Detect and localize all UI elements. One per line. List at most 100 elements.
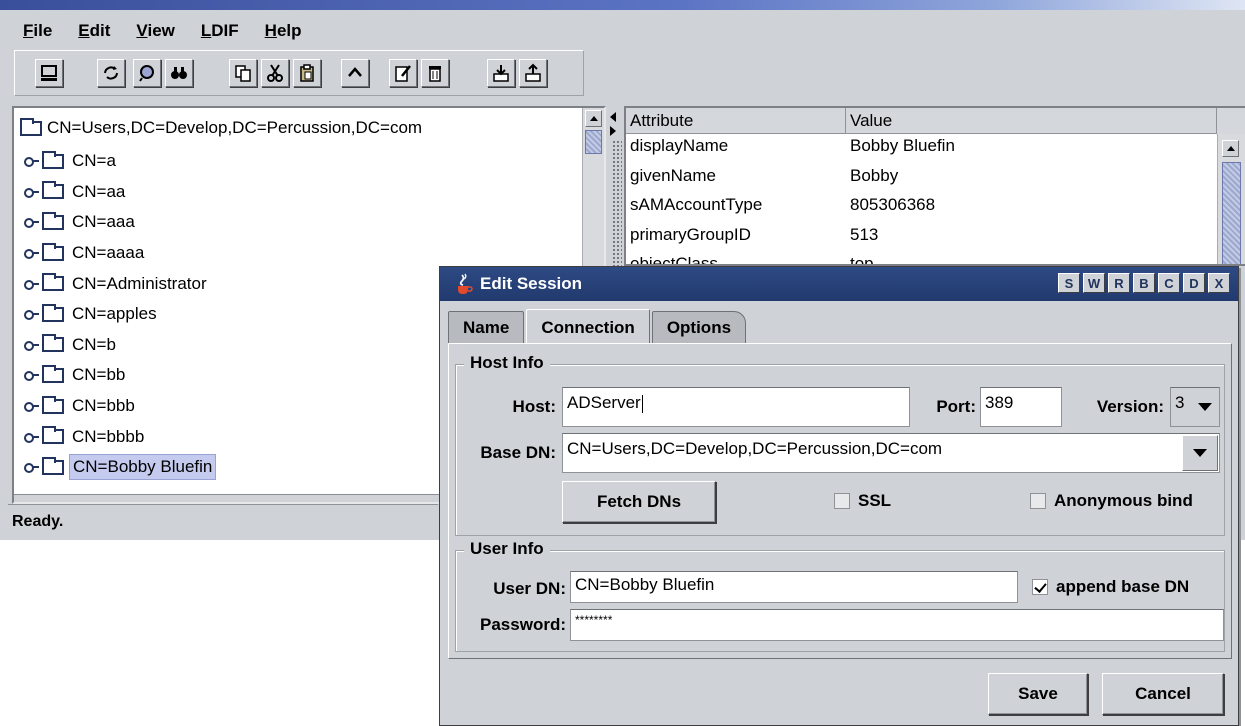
append-base-dn-checkbox[interactable] [1032, 579, 1048, 595]
password-input[interactable]: ******** [570, 609, 1224, 641]
tab-options[interactable]: Options [651, 311, 747, 343]
table-row[interactable]: sAMAccountType 805306368 [626, 195, 1206, 215]
title-button-c[interactable]: C [1158, 273, 1180, 293]
tab-name[interactable]: Name [448, 311, 525, 343]
tree-item[interactable]: CN=aa [24, 177, 216, 208]
tree-item[interactable]: CN=apples [24, 299, 216, 330]
cancel-button[interactable]: Cancel [1102, 673, 1224, 715]
menu-view-mnemonic: V [136, 21, 148, 40]
column-header-attribute[interactable]: Attribute [626, 108, 846, 134]
folder-icon [42, 426, 64, 445]
refresh-button[interactable] [97, 59, 125, 87]
folder-icon [20, 117, 42, 136]
tree-item-label: CN=aaa [72, 212, 135, 232]
table-row[interactable]: displayName Bobby Bluefin [626, 136, 1206, 156]
export-button[interactable] [519, 59, 547, 87]
menu-edit[interactable]: Edit [75, 19, 113, 43]
title-button-b[interactable]: B [1133, 273, 1155, 293]
title-button-s[interactable]: S [1058, 273, 1080, 293]
scroll-up-arrow-icon[interactable] [585, 110, 602, 127]
tree-root-label: CN=Users,DC=Develop,DC=Percussion,DC=com [47, 118, 423, 137]
expand-node-icon[interactable] [24, 340, 39, 351]
tree-root[interactable]: CN=Users,DC=Develop,DC=Percussion,DC=com [20, 117, 423, 138]
scroll-thumb[interactable] [585, 130, 602, 154]
scroll-thumb[interactable] [1222, 162, 1241, 264]
tree-item[interactable]: CN=Administrator [24, 268, 216, 299]
dialog-title-bar[interactable]: Edit Session S W R B C D X [440, 267, 1238, 301]
connect-button[interactable] [35, 59, 63, 87]
menu-file-label: ile [33, 21, 53, 40]
table-row[interactable]: primaryGroupID 513 [626, 225, 1206, 245]
expand-node-icon[interactable] [24, 249, 39, 260]
tree-item[interactable]: CN=Bobby Bluefin [24, 452, 217, 483]
folder-icon [42, 303, 64, 322]
tree-item[interactable]: CN=bb [24, 360, 216, 391]
expand-node-icon[interactable] [24, 432, 39, 443]
menu-help[interactable]: Help [262, 19, 305, 43]
expand-node-icon[interactable] [24, 310, 39, 321]
folder-icon [42, 211, 64, 230]
tree-item-label: CN=bbb [72, 396, 135, 416]
delete-button[interactable] [421, 59, 449, 87]
edit-button[interactable] [389, 59, 417, 87]
version-dropdown-arrow-icon[interactable] [1192, 389, 1218, 425]
tree-item[interactable]: CN=bbb [24, 391, 216, 422]
tab-connection[interactable]: Connection [526, 309, 650, 344]
expand-node-icon[interactable] [24, 371, 39, 382]
table-row[interactable]: objectClass top [626, 254, 1206, 264]
host-label: Host: [512, 397, 556, 416]
menu-bar: File Edit View LDIF Help [0, 14, 305, 48]
expand-node-icon[interactable] [24, 157, 39, 168]
tree-item-label: CN=bbbb [72, 426, 145, 446]
expand-node-icon[interactable] [24, 279, 39, 290]
value-cell: Bobby Bluefin [850, 136, 955, 155]
fetch-dns-button[interactable]: Fetch DNs [562, 481, 716, 523]
attribute-table[interactable]: Attribute Value displayName Bobby Bluefin… [624, 106, 1245, 266]
anonymous-bind-checkbox[interactable] [1030, 493, 1046, 509]
tree-item[interactable]: CN=b [24, 330, 216, 361]
up-button[interactable] [341, 59, 369, 87]
search-button[interactable] [133, 59, 161, 87]
expand-node-icon[interactable] [24, 463, 39, 474]
base-dn-label: Base DN: [480, 443, 556, 462]
host-input[interactable]: ADServer [562, 387, 910, 427]
attribute-vertical-scrollbar[interactable] [1217, 134, 1245, 264]
menu-file[interactable]: File [20, 19, 55, 43]
menu-view[interactable]: View [133, 19, 177, 43]
import-button[interactable] [487, 59, 515, 87]
user-dn-input[interactable]: CN=Bobby Bluefin [570, 571, 1018, 603]
copy-button[interactable] [229, 59, 257, 87]
title-button-r[interactable]: R [1108, 273, 1130, 293]
window-title-bar [0, 0, 1245, 10]
tree-item[interactable]: CN=bbbb [24, 421, 216, 452]
expand-node-icon[interactable] [24, 187, 39, 198]
value-cell: 805306368 [850, 195, 936, 214]
paste-button[interactable] [293, 59, 321, 87]
port-input[interactable]: 389 [980, 387, 1062, 427]
folder-icon [42, 273, 64, 292]
tree-item[interactable]: CN=aaa [24, 207, 216, 238]
collapse-left-icon[interactable] [610, 112, 616, 122]
find-button[interactable] [165, 59, 193, 87]
base-dn-combo[interactable]: CN=Users,DC=Develop,DC=Percussion,DC=com [562, 433, 1220, 473]
title-button-d[interactable]: D [1183, 273, 1205, 293]
tree-item[interactable]: CN=aaaa [24, 238, 216, 269]
expand-node-icon[interactable] [24, 402, 39, 413]
collapse-right-icon[interactable] [610, 126, 616, 136]
tree-item[interactable]: CN=a [24, 146, 216, 177]
cut-button[interactable] [261, 59, 289, 87]
menu-ldif[interactable]: LDIF [198, 19, 242, 43]
column-header-value[interactable]: Value [846, 108, 1217, 134]
ssl-checkbox[interactable] [834, 493, 850, 509]
scroll-up-arrow-icon[interactable] [1222, 140, 1239, 157]
expand-node-icon[interactable] [24, 218, 39, 229]
import-icon [493, 65, 509, 82]
save-button[interactable]: Save [988, 673, 1088, 715]
status-bar: Ready. [8, 504, 438, 538]
tree-item-label: CN=aaaa [72, 243, 145, 263]
menu-file-mnemonic: F [23, 21, 34, 40]
table-row[interactable]: givenName Bobby [626, 166, 1206, 186]
base-dn-dropdown-arrow-icon[interactable] [1182, 435, 1218, 471]
title-button-w[interactable]: W [1083, 273, 1105, 293]
close-button[interactable]: X [1208, 273, 1230, 293]
